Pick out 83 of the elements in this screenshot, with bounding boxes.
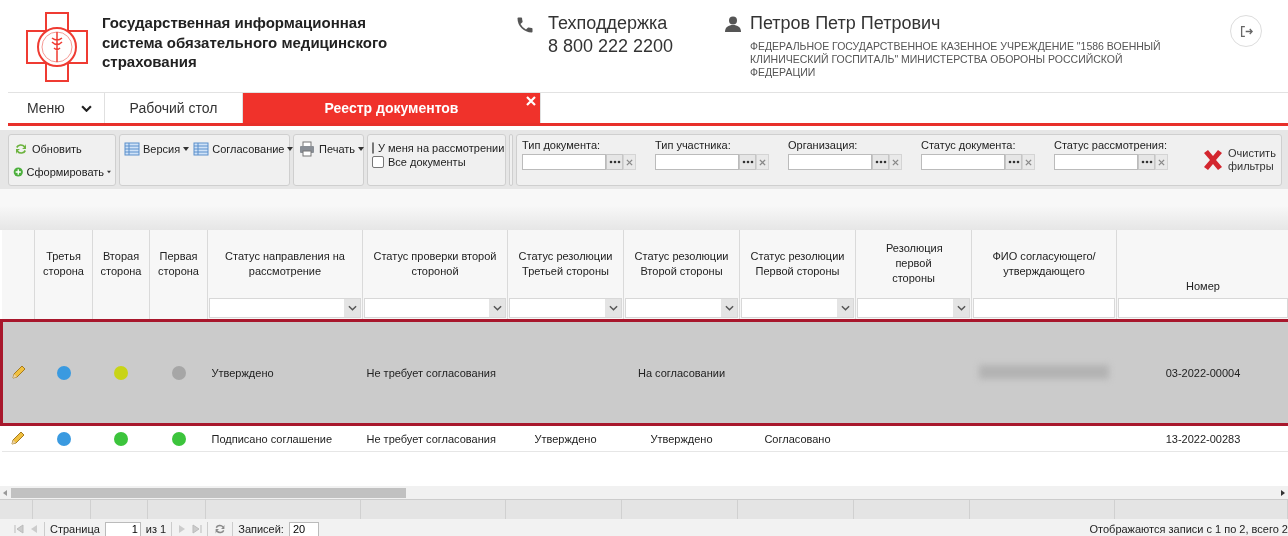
chevron-icon xyxy=(956,305,966,311)
clear-filters-button[interactable]: Очистить фильтры xyxy=(1201,139,1276,181)
records-status: Отображаются записи с 1 по 2, всего 2 xyxy=(1089,523,1288,535)
filter-field[interactable] xyxy=(522,154,606,170)
records-label: Записей: xyxy=(238,523,284,535)
organization-name: ФЕДЕРАЛЬНОЕ ГОСУДАРСТВЕННОЕ КАЗЕННОЕ УЧРЕЖДЕНИЕ "1586 ВОЕННЫЙ КЛИНИЧЕСКИЙ ГОСПИТАЛЬ" МИНИСТЕРСТВА ОБОРОНЫ РОССИЙСКОЙ ФЕДЕРАЦИИ xyxy=(750,40,1162,79)
column-filter-dropdown[interactable] xyxy=(509,298,622,318)
table-cell: На согласовании xyxy=(637,366,726,379)
caret-icon xyxy=(107,170,111,174)
table-icon xyxy=(124,141,140,157)
previous-page-icon[interactable] xyxy=(29,524,39,534)
table-cell: Не требует согласования xyxy=(366,366,496,379)
scroll-right-icon[interactable] xyxy=(1281,489,1285,496)
horizontal-scrollbar[interactable] xyxy=(0,486,1288,499)
table-cell: Утверждено xyxy=(534,432,597,445)
tab[interactable]: Реестр документов xyxy=(243,93,541,123)
more-icon[interactable] xyxy=(606,154,623,170)
scroll-left-icon[interactable] xyxy=(3,489,7,496)
table-cell: Подписано соглашение xyxy=(211,432,332,445)
filter-label: Тип документа: xyxy=(522,139,602,151)
caret-icon xyxy=(358,147,365,151)
pencil-icon[interactable] xyxy=(10,429,26,446)
table-icon xyxy=(193,141,210,157)
logout-icon xyxy=(1239,24,1253,38)
chevron-icon xyxy=(347,305,357,311)
records-field[interactable]: 20 xyxy=(288,521,319,536)
phone-icon xyxy=(515,15,535,35)
toolbar-button[interactable]: Согласование xyxy=(193,139,294,159)
caret-icon xyxy=(183,147,190,151)
table-cell: Не требует согласования xyxy=(366,432,496,445)
column-filter-field[interactable] xyxy=(973,298,1115,318)
filter-field[interactable] xyxy=(788,154,872,170)
x-icon xyxy=(1201,148,1225,172)
last-page-icon[interactable] xyxy=(192,524,203,534)
toolbar-button[interactable]: Сформировать xyxy=(13,162,111,182)
filter-field[interactable] xyxy=(1054,154,1138,170)
table-cell: 13-2022-00283 xyxy=(1165,432,1241,445)
toolbar-button[interactable]: Версия xyxy=(124,139,190,159)
column-filter-dropdown[interactable] xyxy=(857,298,970,318)
refresh-icon xyxy=(13,141,29,157)
table-cell: Согласовано xyxy=(764,432,831,445)
table-cell: Утверждено xyxy=(650,432,713,445)
table-cell: 03-2022-00004 xyxy=(1165,366,1241,379)
more-icon[interactable] xyxy=(872,154,889,170)
filter-label: Тип участника: xyxy=(655,139,732,151)
filter-label: Организация: xyxy=(788,139,859,151)
chevron-icon xyxy=(608,305,618,311)
support-label: Техподдержка xyxy=(548,12,669,35)
filter-checkbox[interactable]: Все документы xyxy=(372,155,501,169)
column-filter-dropdown[interactable] xyxy=(625,298,738,318)
logout-button[interactable] xyxy=(1230,15,1262,47)
close-icon[interactable] xyxy=(526,96,536,106)
more-icon[interactable] xyxy=(1005,154,1022,170)
column-filter-dropdown[interactable] xyxy=(209,298,361,318)
chevron-icon xyxy=(724,305,734,311)
support-phone: 8 800 222 2200 xyxy=(548,35,674,58)
chevron-icon xyxy=(81,104,92,112)
user-icon xyxy=(725,16,741,32)
page-label: Страница xyxy=(50,523,100,535)
filter-label: Статус документа: xyxy=(921,139,1017,151)
chevron-icon xyxy=(492,305,502,311)
chevron-icon xyxy=(840,305,850,311)
medical-cross-logo xyxy=(26,12,88,82)
pencil-icon[interactable] xyxy=(10,363,27,380)
toolbar-button[interactable]: Обновить xyxy=(13,139,111,159)
filter-field[interactable] xyxy=(655,154,739,170)
page-count: из 1 xyxy=(145,523,167,535)
user-name: Петров Петр Петрович xyxy=(750,12,942,35)
page-field[interactable]: 1 xyxy=(104,521,141,536)
system-title: Государственная информационная система обязательного медицинского страхования xyxy=(102,13,389,72)
filter-field[interactable] xyxy=(921,154,1005,170)
more-icon[interactable] xyxy=(1138,154,1155,170)
column-filter-dropdown[interactable] xyxy=(741,298,854,318)
printer-icon xyxy=(298,141,316,157)
first-page-icon[interactable] xyxy=(14,524,24,534)
caret-icon xyxy=(287,147,294,151)
more-icon[interactable] xyxy=(739,154,756,170)
column-filter-field[interactable] xyxy=(1118,298,1288,318)
scrollbar-thumb[interactable] xyxy=(11,487,406,498)
column-filter-dropdown[interactable] xyxy=(364,298,506,318)
filter-label: Статус рассмотрения: xyxy=(1054,139,1168,151)
table-cell: Утверждено xyxy=(211,366,274,379)
plus-icon xyxy=(13,164,24,180)
